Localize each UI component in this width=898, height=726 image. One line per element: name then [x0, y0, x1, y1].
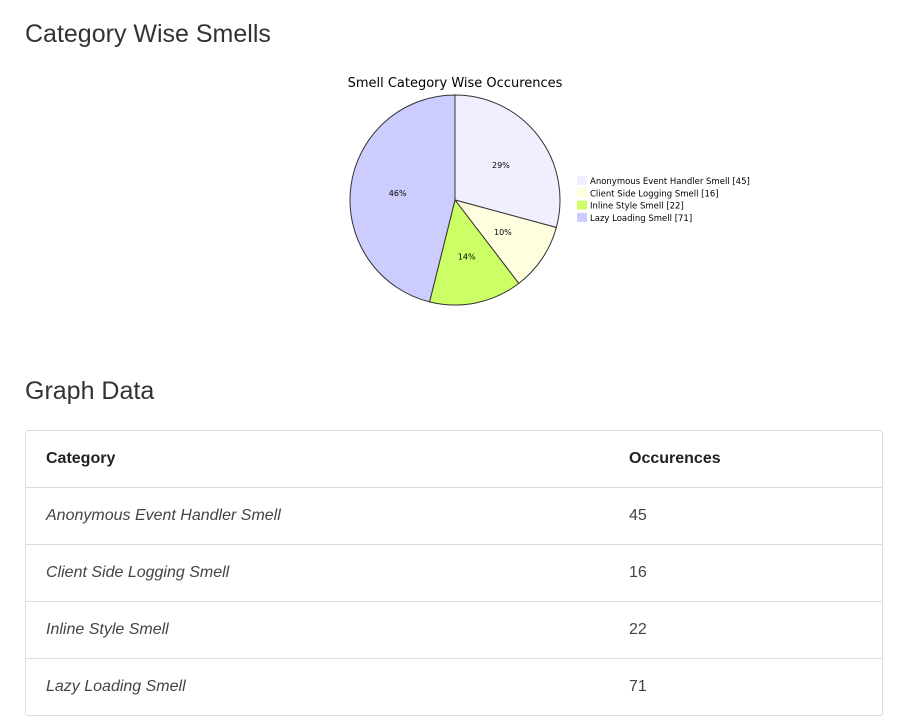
- pie-chart: Smell Category Wise Occurences 29% 10% 14%…: [348, 76, 750, 306]
- header-category: Category: [46, 449, 116, 467]
- legend-label: Inline Style Smell [22]: [590, 202, 684, 212]
- slice-percent-label: 29%: [492, 161, 510, 170]
- table-row: Client Side Logging Smell 16: [26, 543, 882, 601]
- legend-label: Lazy Loading Smell [71]: [590, 214, 692, 224]
- row-category: Client Side Logging Smell: [26, 543, 609, 601]
- row-category: Anonymous Event Handler Smell: [26, 486, 609, 544]
- slice-percent-label: 46%: [389, 189, 407, 198]
- row-occurences: 71: [609, 657, 882, 715]
- legend-swatch: [577, 188, 587, 198]
- graph-data-table: Category Occurences Anonymous Event Hand…: [25, 430, 883, 716]
- table-header-row: Category Occurences: [26, 431, 882, 487]
- chart-title: Smell Category Wise Occurences: [348, 76, 563, 91]
- legend-swatch: [577, 212, 587, 222]
- table-row: Lazy Loading Smell 71: [26, 657, 882, 715]
- table-row: Anonymous Event Handler Smell 45: [26, 486, 882, 544]
- table-row: Inline Style Smell 22: [26, 600, 882, 658]
- row-occurences: 45: [609, 486, 882, 544]
- row-category: Lazy Loading Smell: [26, 657, 609, 715]
- row-category: Inline Style Smell: [26, 600, 609, 658]
- slice-percent-label: 14%: [458, 253, 476, 262]
- legend-label: Anonymous Event Handler Smell [45]: [590, 177, 750, 187]
- row-occurences: 22: [609, 600, 882, 658]
- header-occurences: Occurences: [629, 449, 721, 467]
- legend-label: Client Side Logging Smell [16]: [590, 189, 719, 199]
- legend-swatch: [577, 200, 587, 210]
- slice-percent-label: 10%: [494, 228, 512, 237]
- legend-swatch: [577, 176, 587, 185]
- table-section-title: Graph Data: [25, 377, 155, 405]
- chart-legend: Anonymous Event Handler Smell [45] Client…: [577, 176, 750, 224]
- row-occurences: 16: [609, 543, 882, 601]
- pie-slices: [349, 94, 561, 306]
